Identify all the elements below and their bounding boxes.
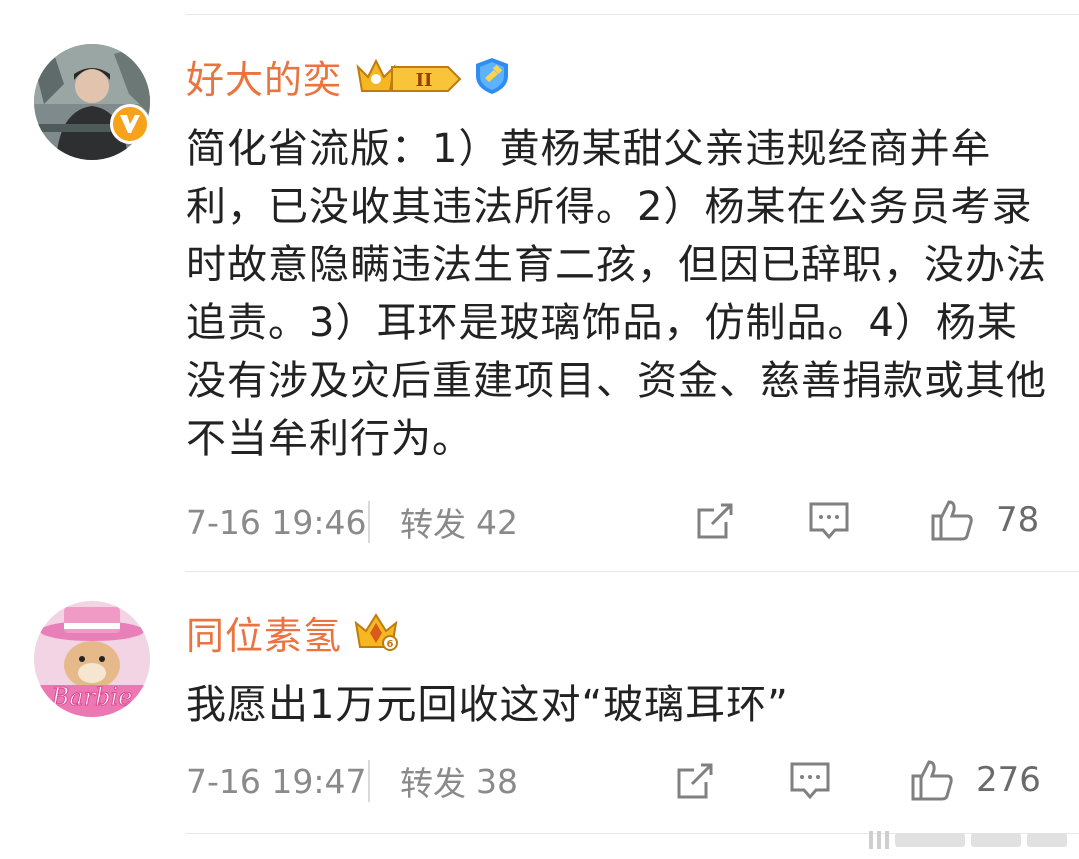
timestamp: 7-16 19:46: [186, 502, 367, 542]
comment-text: 我愿出1万元回收这对“玻璃耳环”: [186, 682, 789, 728]
avatar[interactable]: [34, 44, 150, 160]
avatar-photo: Barbie: [34, 601, 150, 717]
avatar[interactable]: Barbie: [34, 601, 150, 717]
repost-count: 42: [476, 502, 518, 542]
thumbs-up-icon: [911, 760, 953, 801]
like-count: 78: [996, 500, 1040, 540]
timestamp: 7-16 19:47: [186, 761, 367, 801]
share-button[interactable]: [694, 500, 736, 542]
comment-header: 同位素氢 6: [186, 602, 400, 662]
comment-button[interactable]: [807, 500, 851, 542]
repost-count: 38: [476, 761, 518, 801]
level-text: II: [416, 70, 433, 91]
vip-level-badge-icon[interactable]: II: [352, 55, 464, 97]
svg-text:Barbie: Barbie: [51, 683, 133, 711]
svg-text:6: 6: [387, 639, 394, 650]
repost-button[interactable]: 转发 38: [400, 757, 518, 805]
share-button[interactable]: [674, 760, 716, 802]
comment-header: 好大的奕 II: [186, 46, 512, 106]
comment-meta: 7-16 19:46 转发 42: [186, 497, 1049, 547]
repost-button[interactable]: 转发 42: [400, 498, 518, 546]
like-button[interactable]: 78: [930, 498, 1039, 542]
like-button[interactable]: 276: [910, 758, 1041, 802]
username[interactable]: 同位素氢: [186, 605, 342, 660]
comment-icon: [809, 502, 849, 540]
comment-divider: [185, 571, 1079, 572]
meta-separator: [368, 760, 370, 802]
v-badge-icon: [110, 104, 150, 144]
crown-badge-icon[interactable]: 6: [352, 609, 400, 655]
repost-label: 转发: [400, 505, 466, 544]
watermark-icon: [869, 829, 1069, 851]
repost-label: 转发: [400, 764, 466, 803]
share-icon: [697, 503, 733, 539]
comment-text: 简化省流版：1）黄杨某甜父亲违规经商并牟利，已没收其违法所得。2）杨某在公务员考…: [186, 126, 1047, 462]
share-icon: [677, 763, 713, 799]
thumbs-up-icon: [931, 500, 973, 541]
meta-separator: [368, 501, 370, 543]
top-divider: [185, 14, 1079, 15]
username[interactable]: 好大的奕: [186, 49, 342, 104]
comment-icon: [790, 762, 830, 800]
verified-shield-icon[interactable]: [472, 56, 512, 96]
comment-button[interactable]: [788, 760, 832, 802]
like-count: 276: [976, 760, 1041, 800]
